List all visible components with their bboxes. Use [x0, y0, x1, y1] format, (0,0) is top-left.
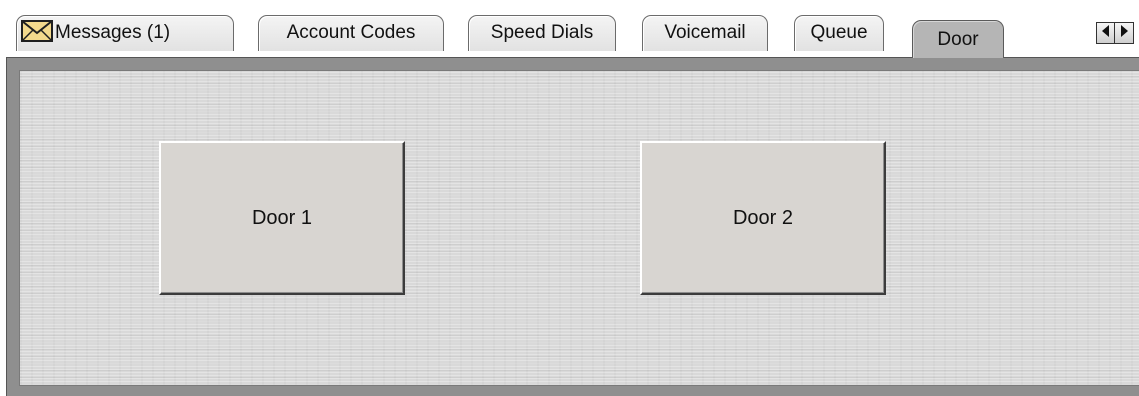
tab-messages[interactable]: Messages (1) [16, 15, 234, 51]
tab-speed-dials[interactable]: Speed Dials [468, 15, 616, 51]
tab-messages-label: Messages (1) [55, 22, 171, 43]
tab-door-label: Door [937, 29, 979, 50]
tab-account-codes[interactable]: Account Codes [258, 15, 444, 51]
door-1-button[interactable]: Door 1 [159, 141, 405, 295]
arrow-right-icon [1119, 24, 1129, 42]
door-2-label: Door 2 [732, 206, 794, 229]
door-panel-content: Door 1 Door 2 [19, 70, 1139, 386]
tab-queue-label: Queue [810, 22, 868, 43]
door-1-label: Door 1 [251, 206, 313, 229]
tab-speed-dials-label: Speed Dials [490, 22, 594, 43]
arrow-left-icon [1101, 24, 1111, 42]
tab-account-codes-label: Account Codes [286, 22, 416, 43]
tab-scroll-right-button[interactable] [1115, 22, 1134, 44]
tab-voicemail[interactable]: Voicemail [642, 15, 768, 51]
envelope-icon [21, 20, 53, 42]
door-panel: Door 1 Door 2 [6, 57, 1139, 396]
door-control-window: Messages (1) Account Codes Speed Dials V… [0, 0, 1139, 396]
tab-door[interactable]: Door [912, 20, 1004, 58]
tab-bar: Messages (1) Account Codes Speed Dials V… [0, 0, 1139, 58]
tab-queue[interactable]: Queue [794, 15, 884, 51]
tab-voicemail-label: Voicemail [664, 22, 746, 43]
door-2-button[interactable]: Door 2 [640, 141, 886, 295]
tab-scroll-left-button[interactable] [1096, 22, 1115, 44]
tab-scroll-controls [1096, 22, 1134, 44]
